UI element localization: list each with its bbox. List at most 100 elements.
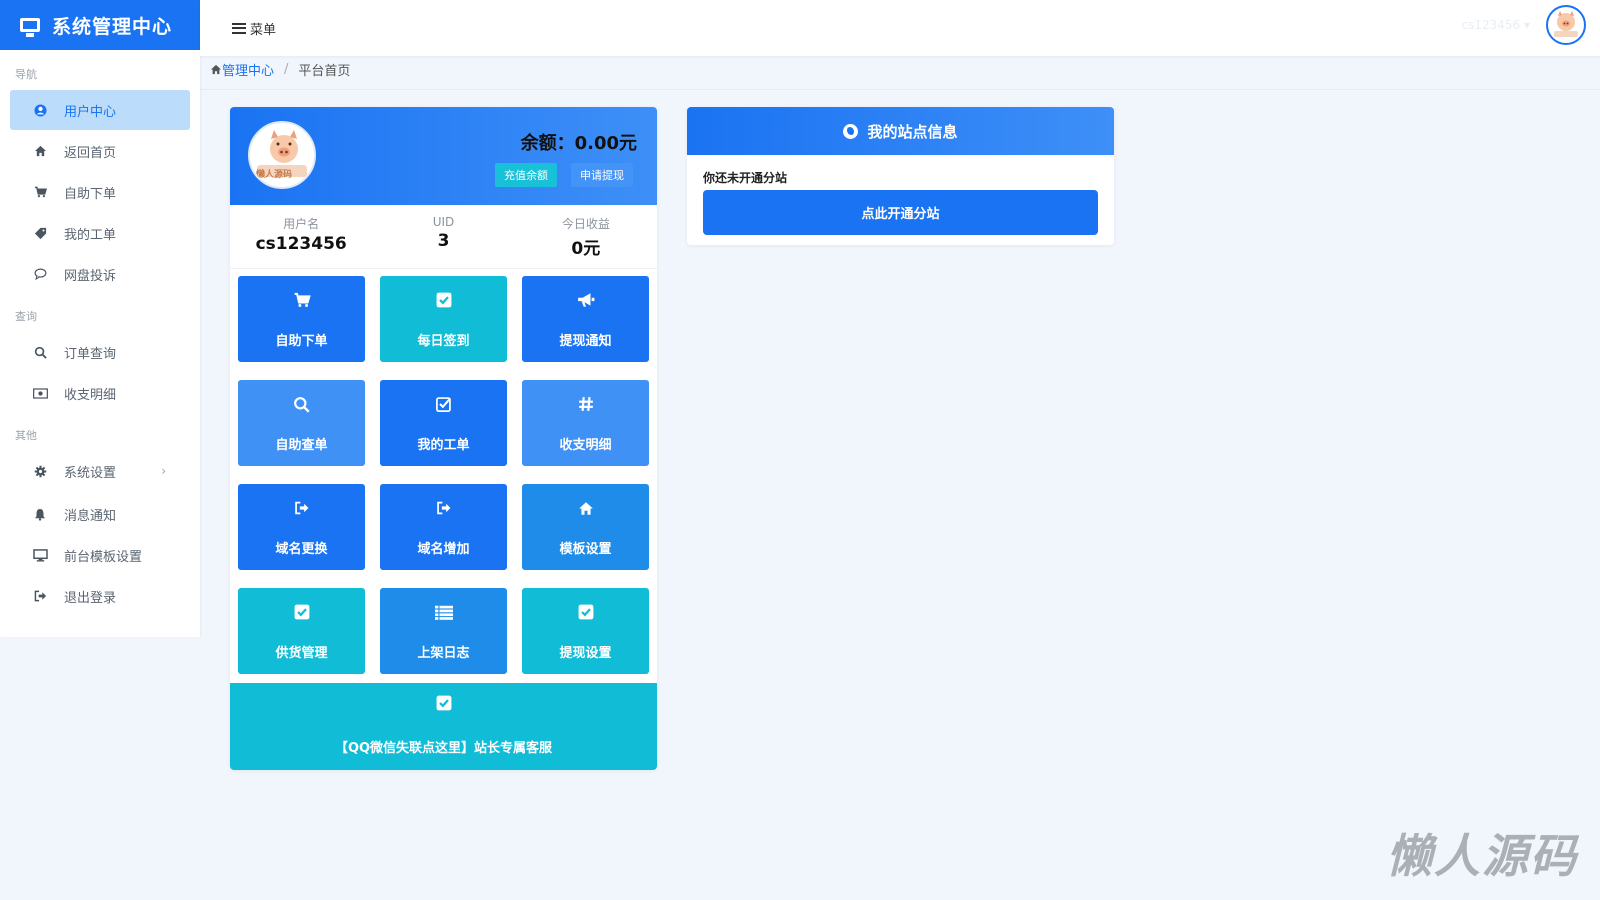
home-icon [578,498,594,518]
tile-domain-add[interactable]: 域名增加 [380,484,507,570]
open-substation-button[interactable]: 点此开通分站 [703,190,1098,235]
tile-label: 提现设置 [559,646,612,661]
search-icon [293,394,310,414]
site-info-title: 我的站点信息 [867,122,958,141]
tile-daily-checkin[interactable]: 每日签到 [380,276,507,362]
comment-icon [32,266,48,282]
nav-section-label: 查询 [15,310,37,323]
tile-label: 上架日志 [417,646,470,661]
menu-icon [232,22,246,34]
tile-my-tickets[interactable]: 我的工单 [380,380,507,466]
tile-supply-management[interactable]: 供货管理 [238,588,365,674]
sidebar-item-template-settings[interactable]: 前台模板设置 [10,535,190,575]
tag-icon [32,225,48,241]
cart-icon [293,290,311,310]
sidebar-item-logout[interactable]: 退出登录 [10,576,190,616]
breadcrumb-home[interactable]: 管理中心 [210,60,274,79]
gear-icon [32,463,48,479]
menu-label: 菜单 [250,22,277,38]
sidebar-item-home[interactable]: 返回首页 [10,131,190,171]
topbar: 菜单 cs123456 ▾ [200,0,1600,56]
sign-out-icon [436,498,452,518]
avatar-logo-text: 懒人源码 [256,170,293,180]
sidebar-item-order-query[interactable]: 订单查询 [10,332,190,372]
tile-withdraw-notice[interactable]: 提现通知 [522,276,649,362]
monitor-icon [20,18,40,37]
tile-listing-log[interactable]: 上架日志 [380,588,507,674]
sidebar-item-income-detail[interactable]: 收支明细 [10,373,190,413]
chevron-right-icon: › [161,464,166,478]
menu-toggle-button[interactable]: 菜单 [232,19,276,38]
edit-check-icon [435,394,452,414]
sidebar-item-self-order[interactable]: 自助下单 [10,172,190,212]
tile-label: 每日签到 [417,334,470,349]
stat-label: UID [432,215,455,229]
tile-label: 供货管理 [275,646,328,661]
sidebar-item-label: 消息通知 [64,508,117,524]
recharge-button[interactable]: 充值余额 [495,163,557,187]
sidebar-item-complaint[interactable]: 网盘投诉 [10,254,190,294]
balance-text: 余额：0.00元 [520,133,637,154]
home-icon [210,64,222,75]
divider [200,89,1600,90]
tile-label: 提现通知 [559,334,612,349]
nav-section-label: 导航 [15,68,37,81]
app-brand[interactable]: 系统管理中心 [0,0,200,50]
sidebar-item-label: 退出登录 [64,590,117,606]
bullhorn-icon [577,290,595,310]
sidebar-item-my-tickets[interactable]: 我的工单 [10,213,190,253]
sidebar-item-label: 返回首页 [64,145,117,161]
sidebar-item-label: 订单查询 [64,346,117,362]
stat-label: 今日收益 [561,217,610,231]
check-square-icon [436,290,452,310]
stat-label: 用户名 [283,217,320,231]
sidebar-item-notifications[interactable]: 消息通知 [10,494,190,534]
stat-uid: UID 3 [372,205,514,268]
customer-service-button[interactable]: 【QQ微信失联点这里】站长专属客服 [230,683,657,770]
profile-card: 懒人源码 余额：0.00元 充值余额 申请提现 用户名 cs123456 UID… [230,107,657,770]
app-title: 系统管理中心 [52,15,173,38]
tile-income-detail[interactable]: 收支明细 [522,380,649,466]
user-circle-icon [32,102,48,118]
check-square-icon [436,695,452,715]
tile-template-settings[interactable]: 模板设置 [522,484,649,570]
tile-label: 模板设置 [559,542,612,557]
user-dropdown[interactable]: cs123456 ▾ [1462,18,1531,32]
cart-icon [32,184,48,200]
stat-value: 3 [437,231,450,251]
check-square-icon [294,602,310,622]
tile-withdraw-settings[interactable]: 提现设置 [522,588,649,674]
watermark-text: 懒人源码 [1386,829,1578,883]
breadcrumb-home-label: 管理中心 [222,64,275,79]
sidebar-item-label: 自助下单 [64,186,117,202]
profile-header: 懒人源码 余额：0.00元 充值余额 申请提现 [230,107,657,205]
site-status-message: 你还未开通分站 [703,171,788,185]
nav-section-label: 其他 [15,429,37,442]
home-icon [32,143,48,159]
tile-label: 域名增加 [417,542,470,557]
tile-self-order[interactable]: 自助下单 [238,276,365,362]
sidebar-item-label: 系统设置 [64,465,117,481]
sidebar-item-label: 收支明细 [64,387,117,403]
monitor-icon [32,547,48,563]
tile-self-query[interactable]: 自助查单 [238,380,365,466]
tile-domain-change[interactable]: 域名更换 [238,484,365,570]
tile-label: 域名更换 [275,542,328,557]
bell-icon [32,506,48,522]
sign-out-icon [294,498,310,518]
tile-label: 自助查单 [275,438,328,453]
avatar[interactable] [1546,5,1586,45]
site-info-header: 我的站点信息 [687,107,1114,155]
sidebar-item-system-settings[interactable]: 系统设置 › [10,451,190,491]
profile-avatar: 懒人源码 [248,121,316,189]
withdraw-button[interactable]: 申请提现 [571,163,633,187]
service-label: 【QQ微信失联点这里】站长专属客服 [334,741,553,756]
pig-logo-icon [1554,11,1578,37]
stat-value: 0元 [571,239,601,259]
sidebar-item-label: 我的工单 [64,227,117,243]
sidebar-item-user-center[interactable]: 用户中心 [10,90,190,130]
money-icon [32,385,48,401]
sidebar-item-label: 用户中心 [64,104,117,120]
stats-row: 用户名 cs123456 UID 3 今日收益 0元 [230,205,657,269]
breadcrumb: 管理中心 / 平台首页 [210,60,350,79]
